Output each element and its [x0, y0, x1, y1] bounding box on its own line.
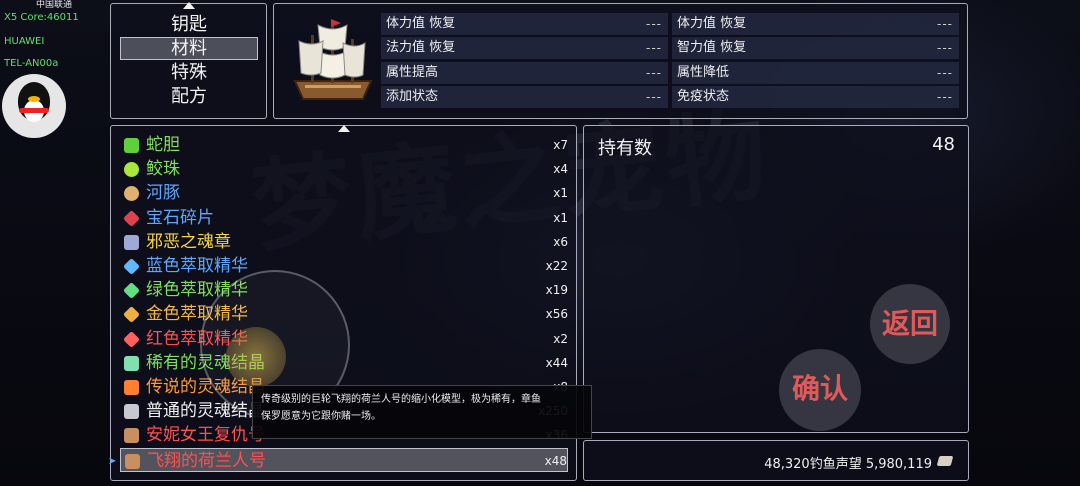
item-quantity: x1 [553, 210, 568, 225]
gold-essence-icon [123, 306, 140, 324]
list-item[interactable]: 河豚 x1 [120, 181, 568, 205]
leaf-icon [124, 138, 139, 153]
category-recipes[interactable]: 配方 [120, 85, 258, 108]
blue-essence-icon [123, 258, 140, 275]
tooltip-line-1: 传奇级别的巨轮飞翔的荷兰人号的缩小化模型，极为稀有，章鱼 [261, 394, 541, 405]
green-essence-icon [123, 282, 140, 300]
list-item[interactable]: 蛇胆 x7 [120, 133, 568, 157]
item-name: 安妮女王复仇号 [146, 425, 265, 446]
item-quantity: x7 [553, 138, 568, 152]
list-item[interactable]: 蓝色萃取精华 x22 [120, 254, 568, 278]
currency-text: 48,320钓鱼声望 5,980,119 [764, 457, 932, 472]
list-item[interactable]: 邪恶之魂章 x6 [120, 230, 568, 254]
ship-model-image [293, 19, 373, 100]
grey-crystal-icon [124, 404, 139, 420]
carrier-label: 中国联通 [36, 0, 73, 10]
money-icon [936, 456, 954, 466]
selection-cursor-icon: ➤ [108, 456, 117, 467]
ship-icon [124, 428, 139, 444]
scroll-up-arrow-icon[interactable] [338, 125, 350, 132]
category-materials[interactable]: 材料 [120, 37, 258, 60]
item-description-tooltip: 传奇级别的巨轮飞翔的荷兰人号的缩小化模型，极为稀有，章鱼 保罗愿意为它跟你赌一场… [252, 385, 592, 439]
scroll-up-arrow-icon[interactable] [183, 2, 195, 9]
item-info-panel: 体力值 恢复 --- 法力值 恢复 --- 属性提高 --- 添加状态 --- 体力值 … [273, 3, 968, 119]
red-essence-icon [123, 330, 140, 348]
stat-immune-status: 免疫状态 --- [672, 86, 959, 108]
stat-int-restore: 智力值 恢复 --- [672, 37, 959, 59]
category-special[interactable]: 特殊 [120, 61, 258, 84]
item-name: 邪恶之魂章 [146, 231, 231, 252]
item-name: 宝石碎片 [146, 207, 214, 228]
device-vendor-label: HUAWEI [4, 36, 45, 47]
list-item[interactable]: 鲛珠 x4 [120, 157, 568, 181]
item-quantity: x6 [553, 234, 568, 249]
holdings-value: 48 [932, 134, 955, 155]
qq-avatar-icon[interactable] [2, 74, 66, 138]
stat-attribute-up: 属性提高 --- [381, 62, 668, 84]
stat-add-status: 添加状态 --- [381, 86, 668, 108]
pufferfish-icon [124, 186, 139, 202]
list-item[interactable]: 绿色萃取精华 x19 [120, 278, 568, 302]
holdings-panel: 持有数 48 [583, 125, 969, 433]
ship-icon [125, 453, 140, 469]
item-quantity: x22 [545, 259, 568, 273]
item-name: 河豚 [146, 183, 180, 204]
item-name: 蛇胆 [146, 135, 180, 155]
item-quantity: x1 [553, 186, 568, 201]
list-item[interactable]: 飞翔的荷兰人号 x48 [120, 447, 568, 472]
joystick-knob[interactable] [226, 327, 286, 387]
flame-crystal-icon [124, 380, 139, 395]
list-item[interactable]: 宝石碎片 x1 [120, 206, 568, 230]
confirm-button[interactable]: 确认 [779, 349, 861, 431]
back-button[interactable]: 返回 [870, 284, 950, 364]
item-quantity: x56 [545, 307, 568, 322]
stat-mp-restore: 法力值 恢复 --- [381, 37, 668, 59]
stat-hp-restore-2: 体力值 恢复 --- [672, 13, 959, 35]
item-quantity: x48 [544, 453, 567, 468]
item-name: 蓝色萃取精华 [146, 256, 248, 276]
item-name: 飞翔的荷兰人号 [147, 450, 266, 471]
item-quantity: x44 [545, 355, 568, 370]
tooltip-line-2: 保罗愿意为它跟你赌一场。 [261, 411, 381, 422]
item-quantity: x4 [553, 162, 568, 177]
item-quantity: x19 [545, 283, 568, 298]
device-model-label: TEL-AN00a [4, 58, 59, 69]
pearl-icon [124, 162, 139, 178]
crystal-icon [124, 355, 139, 371]
category-menu: 钥匙 材料 特殊 配方 [110, 2, 267, 119]
category-keys[interactable]: 钥匙 [120, 13, 258, 36]
stat-hp-restore: 体力值 恢复 --- [381, 13, 668, 35]
currency-panel: 48,320钓鱼声望 5,980,119 [583, 440, 969, 481]
demon-emblem-icon [124, 234, 139, 250]
item-name: 鲛珠 [146, 159, 180, 180]
stat-attribute-down: 属性降低 --- [672, 62, 959, 84]
gem-shard-icon [123, 209, 140, 227]
core-version-label: X5 Core:46011 [4, 12, 79, 23]
holdings-label: 持有数 [598, 138, 652, 159]
item-quantity: x2 [553, 331, 568, 346]
